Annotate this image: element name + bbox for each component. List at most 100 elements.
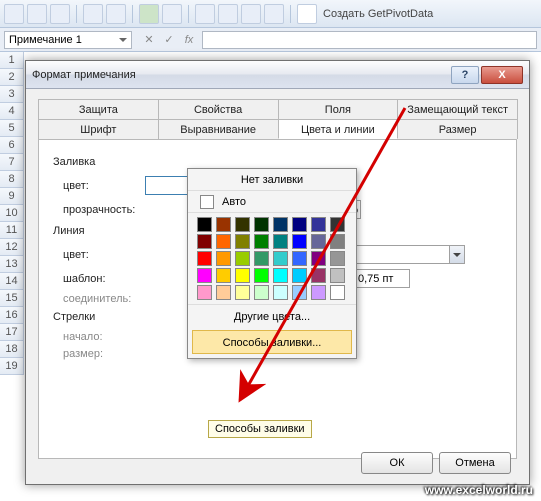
row-header[interactable]: 10 bbox=[0, 205, 24, 222]
toolbar-label[interactable]: Создать GetPivotData bbox=[320, 8, 436, 20]
color-swatch[interactable] bbox=[311, 217, 326, 232]
row-header[interactable]: 13 bbox=[0, 256, 24, 273]
tab-замещающий-текст[interactable]: Замещающий текст bbox=[397, 99, 518, 119]
other-colors-option[interactable]: Другие цвета... bbox=[188, 304, 356, 328]
fx-icon[interactable]: fx bbox=[180, 31, 198, 49]
enter-icon[interactable]: ✓ bbox=[160, 31, 178, 49]
color-swatch[interactable] bbox=[311, 251, 326, 266]
color-swatch[interactable] bbox=[330, 285, 345, 300]
color-swatch[interactable] bbox=[197, 217, 212, 232]
row-header[interactable]: 14 bbox=[0, 273, 24, 290]
toolbar-icon[interactable] bbox=[241, 4, 261, 24]
name-box[interactable]: Примечание 1 bbox=[4, 31, 132, 49]
color-swatch[interactable] bbox=[254, 217, 269, 232]
color-swatch[interactable] bbox=[273, 234, 288, 249]
row-header[interactable]: 8 bbox=[0, 171, 24, 188]
color-swatch[interactable] bbox=[254, 285, 269, 300]
weight-value[interactable] bbox=[355, 269, 410, 288]
color-swatch[interactable] bbox=[216, 217, 231, 232]
row-header[interactable]: 6 bbox=[0, 137, 24, 154]
row-header[interactable]: 15 bbox=[0, 290, 24, 307]
row-header[interactable]: 1 bbox=[0, 52, 24, 69]
row-header[interactable]: 12 bbox=[0, 239, 24, 256]
label-line-color: цвет: bbox=[53, 249, 145, 261]
row-header[interactable]: 9 bbox=[0, 188, 24, 205]
row-header[interactable]: 16 bbox=[0, 307, 24, 324]
color-swatch[interactable] bbox=[235, 217, 250, 232]
color-swatch[interactable] bbox=[197, 234, 212, 249]
color-swatch[interactable] bbox=[330, 268, 345, 283]
color-swatch[interactable] bbox=[216, 251, 231, 266]
color-swatch[interactable] bbox=[254, 251, 269, 266]
dialog-titlebar[interactable]: Формат примечания ? X bbox=[26, 61, 529, 89]
close-button[interactable]: X bbox=[481, 66, 523, 84]
color-swatch[interactable] bbox=[311, 268, 326, 283]
toolbar-icon[interactable] bbox=[218, 4, 238, 24]
line-type-combo[interactable] bbox=[355, 245, 465, 264]
formula-input[interactable] bbox=[202, 31, 537, 49]
color-swatch[interactable] bbox=[254, 234, 269, 249]
color-swatch[interactable] bbox=[197, 251, 212, 266]
cancel-button[interactable]: Отмена bbox=[439, 452, 511, 474]
row-header[interactable]: 19 bbox=[0, 358, 24, 375]
dropdown-icon[interactable] bbox=[449, 246, 464, 263]
color-swatch[interactable] bbox=[273, 285, 288, 300]
row-header[interactable]: 2 bbox=[0, 69, 24, 86]
color-swatch[interactable] bbox=[311, 285, 326, 300]
toolbar-icon[interactable] bbox=[83, 4, 103, 24]
color-swatch[interactable] bbox=[292, 217, 307, 232]
color-swatch[interactable] bbox=[197, 285, 212, 300]
no-fill-option[interactable]: Нет заливки bbox=[188, 169, 356, 191]
tab-свойства[interactable]: Свойства bbox=[158, 99, 279, 119]
auto-option[interactable]: Авто bbox=[188, 191, 356, 213]
color-swatch[interactable] bbox=[273, 251, 288, 266]
toolbar-icon[interactable] bbox=[50, 4, 70, 24]
toolbar-icon[interactable] bbox=[195, 4, 215, 24]
tab-выравнивание[interactable]: Выравнивание bbox=[158, 119, 279, 139]
row-header[interactable]: 3 bbox=[0, 86, 24, 103]
color-swatch[interactable] bbox=[292, 268, 307, 283]
toolbar-icon[interactable] bbox=[106, 4, 126, 24]
color-swatch[interactable] bbox=[235, 234, 250, 249]
toolbar-icon[interactable] bbox=[27, 4, 47, 24]
color-swatch[interactable] bbox=[216, 285, 231, 300]
color-swatch[interactable] bbox=[197, 268, 212, 283]
row-header[interactable]: 7 bbox=[0, 154, 24, 171]
toolbar-icon[interactable] bbox=[264, 4, 284, 24]
cancel-icon[interactable]: ✕ bbox=[140, 31, 158, 49]
tab-цвета-и-линии[interactable]: Цвета и линии bbox=[278, 119, 399, 139]
color-swatch[interactable] bbox=[292, 251, 307, 266]
toolbar-icon[interactable] bbox=[162, 4, 182, 24]
row-header[interactable]: 18 bbox=[0, 341, 24, 358]
row-header[interactable]: 11 bbox=[0, 222, 24, 239]
color-swatch[interactable] bbox=[273, 217, 288, 232]
color-swatch[interactable] bbox=[311, 234, 326, 249]
tab-защита[interactable]: Защита bbox=[38, 99, 159, 119]
color-swatch[interactable] bbox=[330, 251, 345, 266]
color-swatch[interactable] bbox=[330, 217, 345, 232]
row-header[interactable]: 17 bbox=[0, 324, 24, 341]
row-header[interactable]: 5 bbox=[0, 120, 24, 137]
toolbar-icon[interactable] bbox=[139, 4, 159, 24]
color-swatch[interactable] bbox=[235, 268, 250, 283]
color-swatch[interactable] bbox=[216, 234, 231, 249]
color-swatch[interactable] bbox=[216, 268, 231, 283]
ok-button[interactable]: ОК bbox=[361, 452, 433, 474]
color-grid bbox=[188, 213, 356, 304]
color-swatch[interactable] bbox=[292, 285, 307, 300]
help-button[interactable]: ? bbox=[451, 66, 479, 84]
color-swatch[interactable] bbox=[330, 234, 345, 249]
color-swatch[interactable] bbox=[273, 268, 288, 283]
tab-поля[interactable]: Поля bbox=[278, 99, 399, 119]
name-box-dropdown[interactable] bbox=[119, 38, 127, 42]
tab-шрифт[interactable]: Шрифт bbox=[38, 119, 159, 139]
color-swatch[interactable] bbox=[254, 268, 269, 283]
checkbox-icon[interactable] bbox=[297, 4, 317, 24]
fill-methods-option[interactable]: Способы заливки... bbox=[192, 330, 352, 354]
toolbar-icon[interactable] bbox=[4, 4, 24, 24]
row-header[interactable]: 4 bbox=[0, 103, 24, 120]
color-swatch[interactable] bbox=[235, 251, 250, 266]
color-swatch[interactable] bbox=[235, 285, 250, 300]
color-swatch[interactable] bbox=[292, 234, 307, 249]
tab-размер[interactable]: Размер bbox=[397, 119, 518, 139]
